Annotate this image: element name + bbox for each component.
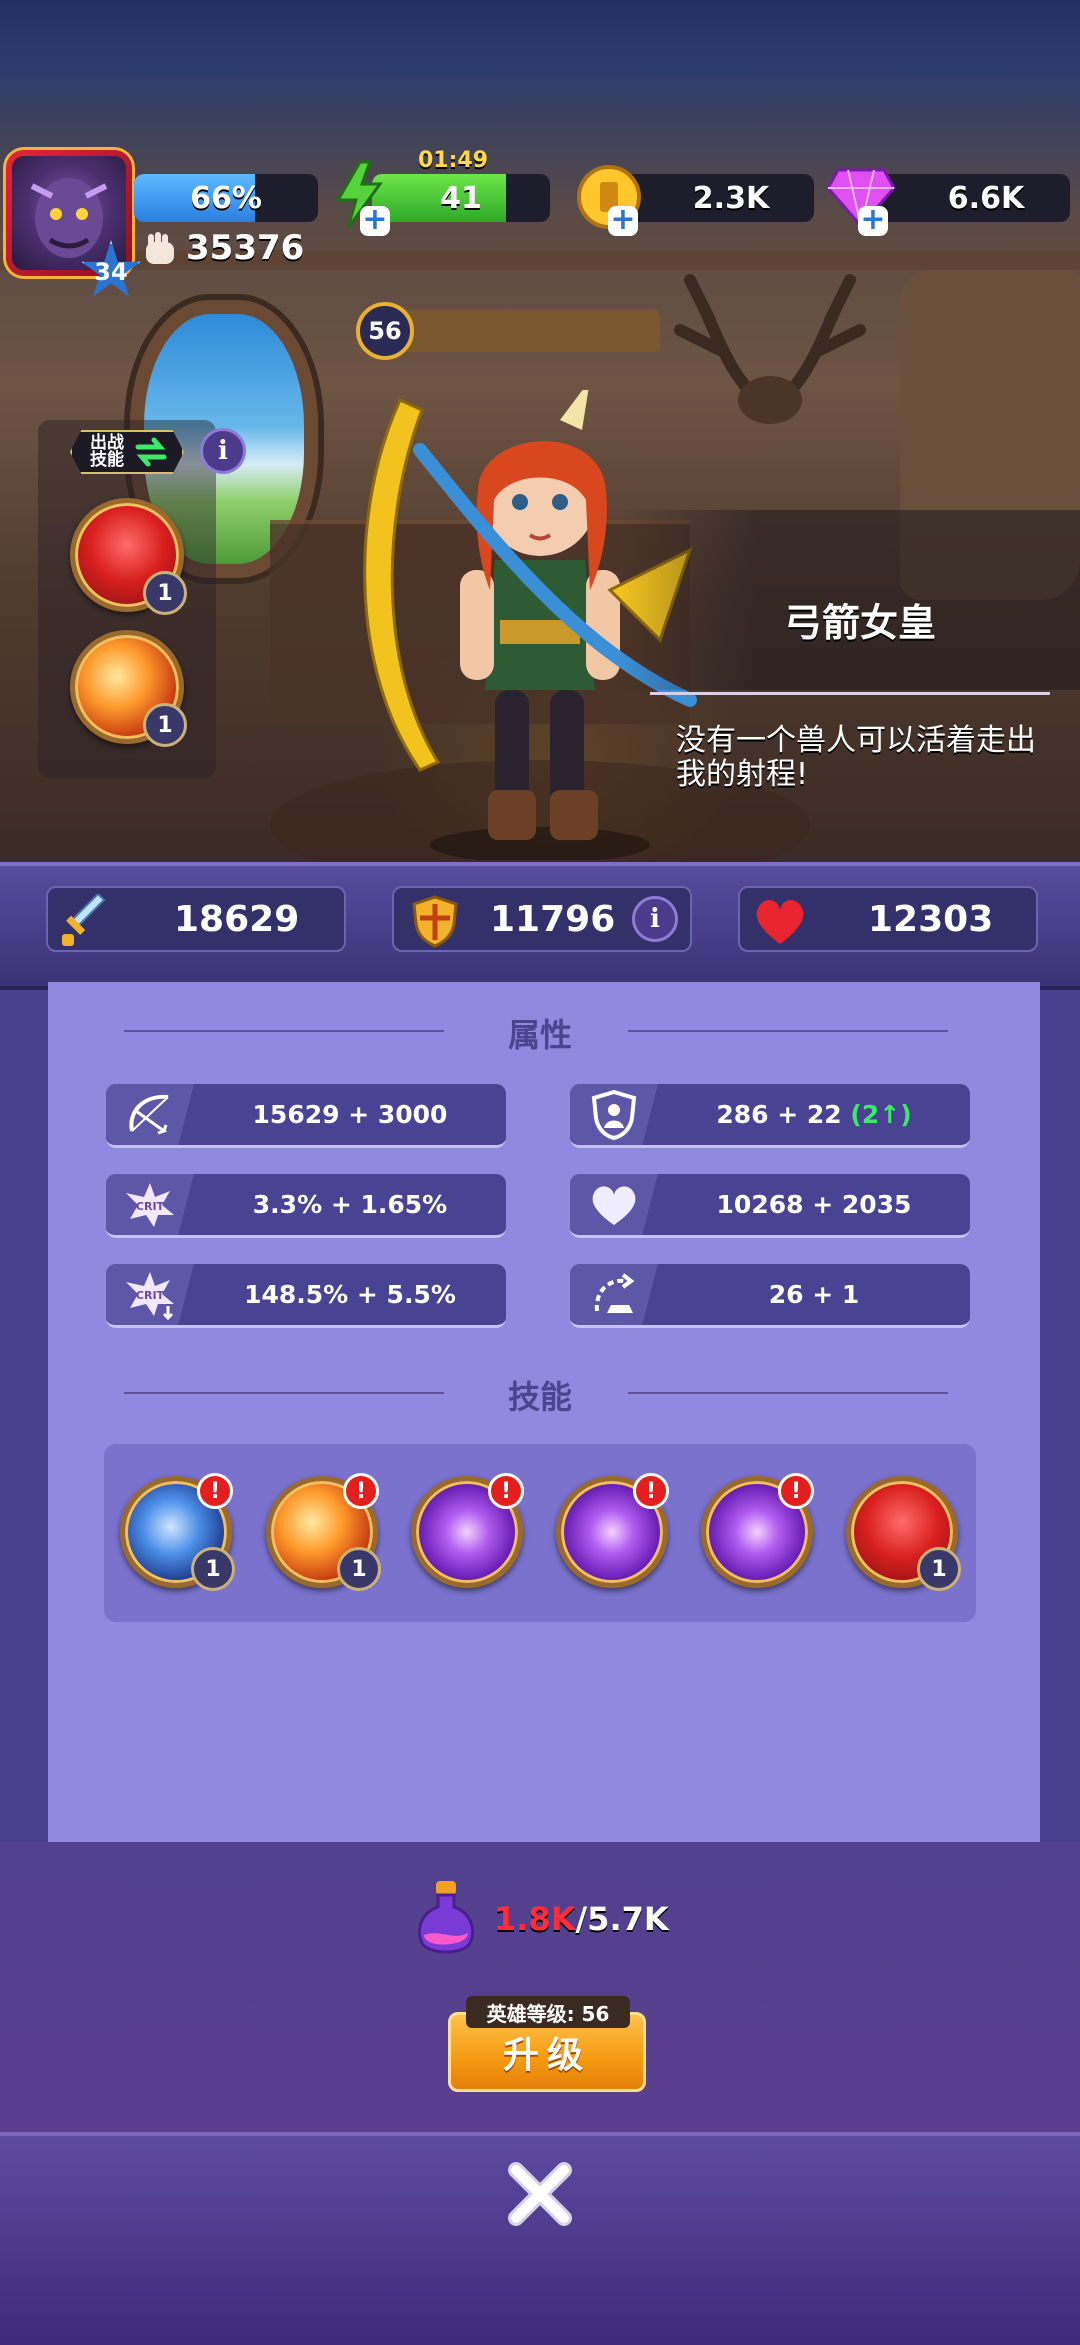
attr-crit-damage: CRIT 148.5% + 5.5% [106, 1264, 506, 1328]
health-value: 12303 [868, 898, 994, 940]
defense-value: 11796 [490, 898, 616, 940]
hero-level-label: 英雄等级: 56 [466, 1996, 630, 2028]
info-icon: i [218, 436, 228, 466]
skill-count: 1 [191, 1547, 235, 1591]
skill-fire-burst[interactable]: ! 1 [266, 1473, 381, 1591]
skill-piercing-arrow[interactable]: ! [556, 1473, 669, 1588]
attr-value: 15629 + 3000 [252, 1100, 448, 1129]
hp-percent: 66% [190, 180, 262, 216]
swap-skill-button[interactable]: 出战技能 [70, 430, 184, 474]
skill-arcane-ring[interactable]: ! [701, 1473, 814, 1588]
attr-value: 148.5% + 5.5% [244, 1280, 456, 1309]
title-line-right [628, 1030, 948, 1032]
cost-amount: 1.8K/5.7K [494, 1900, 669, 1938]
close-button[interactable] [504, 2158, 576, 2230]
cost-total: /5.7K [575, 1900, 669, 1938]
crit-icon: CRIT [106, 1174, 194, 1235]
attr-speed: 26 + 1 [570, 1264, 970, 1328]
skill-info-button[interactable]: i [200, 428, 246, 474]
energy-value: 41 [440, 180, 482, 216]
attr-defense: 286 + 22 (2↑) [570, 1084, 970, 1148]
attr-value: 26 + 1 [768, 1280, 860, 1309]
attr-value: 10268 + 2035 [716, 1190, 912, 1219]
stats-info-button[interactable]: i [632, 896, 678, 942]
cost-current: 1.8K [494, 1900, 576, 1938]
potion-icon [417, 1881, 475, 1954]
skill-arcane-orb[interactable]: ! [411, 1473, 524, 1588]
skills-title: 技能 [507, 1378, 572, 1416]
name-divider [650, 692, 1050, 695]
attr-crit-rate: CRIT 3.3% + 1.65% [106, 1174, 506, 1238]
hero-level-circle: 56 [356, 302, 414, 360]
skill-count: 1 [917, 1547, 961, 1591]
skill-alert-badge: ! [633, 1473, 669, 1509]
skill-alert-badge: ! [343, 1473, 379, 1509]
speed-icon [570, 1264, 658, 1325]
attr-value-text: 286 + 22 [716, 1100, 842, 1129]
attr-value: 286 + 22 (2↑) [658, 1084, 970, 1145]
title-line-left [124, 1030, 444, 1032]
skill-red-twins[interactable]: 1 [846, 1476, 961, 1591]
fist-icon [146, 232, 174, 264]
info-icon: i [650, 904, 660, 934]
skill-tag-label: 出战技能 [90, 433, 124, 470]
attr-value: 3.3% + 1.65% [252, 1190, 448, 1219]
power-value: 35376 [186, 228, 305, 268]
attributes-title: 属性 [507, 1016, 572, 1054]
gem-display: 6.6K [866, 174, 1070, 222]
defense-stat: 11796 i [392, 886, 692, 952]
gold-value: 2.3K [692, 180, 770, 216]
hero-quote: 没有一个兽人可以活着走出我的射程! [676, 723, 1036, 792]
heart-icon [756, 899, 804, 944]
skill-count: 1 [337, 1547, 381, 1591]
close-icon [508, 2162, 572, 2226]
attr-attack: 15629 + 3000 [106, 1084, 506, 1148]
skill-alert-badge: ! [197, 1473, 233, 1509]
bow-icon [106, 1084, 194, 1145]
attack-value: 18629 [174, 898, 300, 940]
upgrade-cost: 1.8K/5.7K [410, 1876, 690, 1962]
skill-alert-badge: ! [778, 1473, 814, 1509]
title-line-right [628, 1392, 948, 1394]
gem-value: 6.6K [947, 180, 1025, 216]
hero-name: 弓箭女皇 [783, 601, 936, 645]
player-level-text: 34 [94, 258, 128, 286]
hero-xp-bar [380, 310, 660, 352]
skill-count: 1 [143, 571, 187, 615]
equipped-skill-1[interactable]: 1 [70, 498, 187, 615]
energy-timer: 01:49 [418, 148, 489, 173]
health-stat: 12303 [738, 886, 1038, 952]
title-line-left [124, 1392, 444, 1394]
add-gems-button[interactable]: + [858, 205, 888, 236]
crit-damage-icon: CRIT [106, 1264, 194, 1325]
hp-bar: 66% [134, 174, 318, 222]
skill-alert-badge: ! [488, 1473, 524, 1509]
add-energy-button[interactable]: + [360, 205, 390, 236]
attr-bonus: (2↑) [850, 1100, 912, 1129]
svg-text:CRIT: CRIT [136, 1200, 165, 1213]
heart-icon [570, 1174, 658, 1235]
shield-icon [412, 895, 458, 948]
attr-health: 10268 + 2035 [570, 1174, 970, 1238]
add-gold-button[interactable]: + [608, 205, 638, 236]
svg-text:CRIT: CRIT [136, 1289, 165, 1302]
energy-bar: 41 [372, 174, 550, 222]
skill-count: 1 [143, 703, 187, 747]
gold-display: 2.3K [612, 174, 814, 222]
swap-arrows-icon [135, 437, 167, 467]
power-display: 35376 [140, 228, 304, 268]
equipped-skill-2[interactable]: 1 [70, 630, 187, 747]
skill-ice-arrow[interactable]: ! 1 [120, 1473, 235, 1591]
attack-stat: 18629 [46, 886, 346, 952]
shield-figure-icon [570, 1084, 658, 1145]
sword-icon [62, 894, 106, 946]
